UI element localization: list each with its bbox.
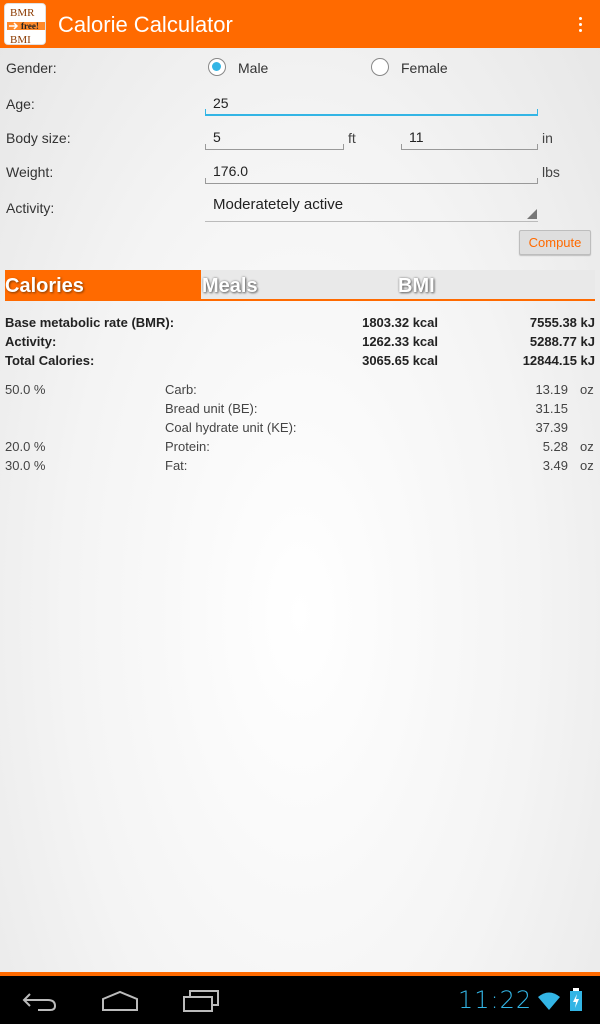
fat-unit: oz — [580, 458, 594, 473]
icon-text-bmi: BMI — [10, 34, 31, 45]
spinner-arrow-icon — [527, 209, 537, 219]
bread-unit-value: 31.15 — [535, 401, 568, 416]
feet-unit: ft — [348, 130, 356, 146]
wifi-icon[interactable] — [537, 990, 561, 1017]
tab-meals[interactable]: Meals — [202, 270, 398, 299]
age-input[interactable]: 25 — [205, 92, 538, 116]
male-radio[interactable] — [208, 58, 226, 76]
app-title: Calorie Calculator — [58, 12, 233, 37]
fat-value: 3.49 — [542, 458, 568, 473]
result-tabs: Calories Meals BMI — [5, 270, 595, 301]
tab-bmi[interactable]: BMI — [398, 270, 594, 299]
height-inches-input[interactable]: 11 — [401, 126, 538, 150]
carb-label: Carb: — [165, 382, 197, 397]
fat-label: Fat: — [165, 458, 188, 473]
inches-unit: in — [542, 130, 553, 146]
coal-hydrate-unit-value: 37.39 — [535, 420, 568, 435]
weight-unit: lbs — [542, 164, 560, 180]
protein-percent: 20.0 % — [5, 439, 46, 454]
gender-label: Gender: — [6, 60, 57, 76]
age-label: Age: — [6, 96, 35, 112]
bmr-bmi-app-icon[interactable]: BMR free! BMI — [4, 3, 46, 45]
status-clock[interactable]: 11:22 — [458, 986, 532, 1014]
activity-label: Activity: — [6, 200, 55, 216]
total-calories-label: Total Calories: — [5, 353, 95, 368]
female-radio-label[interactable]: Female — [401, 60, 448, 76]
system-nav-bar: 11:22 — [0, 972, 600, 1024]
activity-result-label: Activity: — [5, 334, 57, 349]
body-size-label: Body size: — [6, 130, 71, 146]
total-kcal: 3065.65 kcal — [362, 353, 438, 368]
tab-calories[interactable]: Calories — [5, 270, 201, 299]
protein-value: 5.28 — [542, 439, 568, 454]
overflow-menu-icon[interactable] — [568, 10, 592, 38]
activity-kj: 5288.77 kJ — [529, 334, 595, 349]
coal-hydrate-unit-label: Coal hydrate unit (KE): — [165, 420, 297, 435]
protein-unit: oz — [580, 439, 594, 454]
carb-unit: oz — [580, 382, 594, 397]
activity-spinner[interactable]: Moderatetely active — [205, 196, 538, 222]
male-radio-label[interactable]: Male — [238, 60, 268, 76]
home-icon[interactable] — [101, 990, 139, 1017]
carb-percent: 50.0 % — [5, 382, 46, 397]
icon-text-bmr: BMR — [10, 7, 35, 19]
recent-apps-icon[interactable] — [182, 989, 220, 1018]
compute-button[interactable]: Compute — [519, 230, 591, 255]
fat-percent: 30.0 % — [5, 458, 46, 473]
app-screen: BMR free! BMI Calorie Calculator Gender:… — [0, 0, 600, 976]
icon-text-free: free! — [21, 21, 39, 31]
weight-label: Weight: — [6, 164, 54, 180]
activity-kcal: 1262.33 kcal — [362, 334, 438, 349]
height-feet-input[interactable]: 5 — [205, 126, 344, 150]
weight-input[interactable]: 176.0 — [205, 160, 538, 184]
carb-value: 13.19 — [535, 382, 568, 397]
bmr-kcal: 1803.32 kcal — [362, 315, 438, 330]
action-bar: BMR free! BMI Calorie Calculator — [0, 0, 600, 48]
bmr-label: Base metabolic rate (BMR): — [5, 315, 175, 330]
protein-label: Protein: — [165, 439, 210, 454]
total-kj: 12844.15 kJ — [522, 353, 595, 368]
bread-unit-label: Bread unit (BE): — [165, 401, 258, 416]
female-radio[interactable] — [371, 58, 389, 76]
battery-icon[interactable] — [569, 988, 583, 1017]
back-icon[interactable] — [22, 990, 58, 1017]
activity-spinner-value: Moderatetely active — [213, 196, 344, 213]
bmr-kj: 7555.38 kJ — [529, 315, 595, 330]
